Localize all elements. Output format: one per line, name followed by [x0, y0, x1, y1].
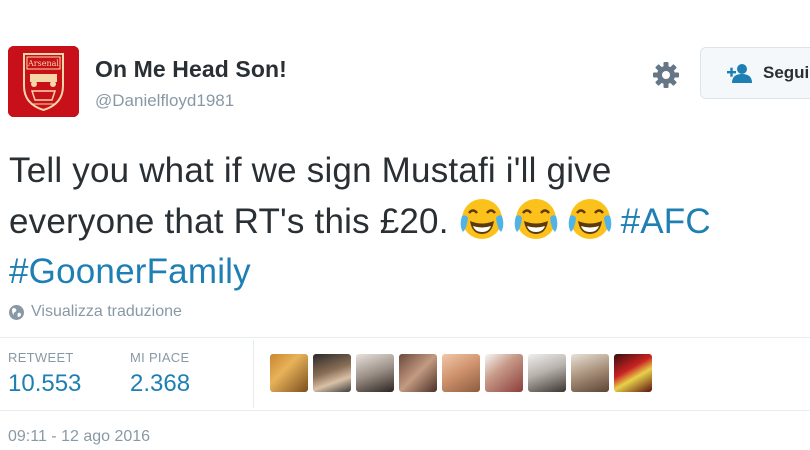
add-user-icon [727, 64, 752, 83]
gear-icon[interactable] [651, 60, 681, 90]
retweet-stat[interactable]: RETWEET 10.553 [8, 350, 81, 398]
user-handle[interactable]: @Danielfloyd1981 [95, 91, 234, 111]
user-display-name[interactable]: On Me Head Son! [95, 56, 287, 83]
tweet-text: Tell you what if we sign Mustafi i'll gi… [9, 146, 809, 297]
liker-avatars [270, 354, 657, 392]
face-with-tears-of-joy-icon [460, 199, 503, 239]
likes-label: MI PIACE [130, 350, 190, 365]
follow-button[interactable]: Segui [700, 47, 810, 99]
tweet-line-3: #GoonerFamily [9, 247, 809, 297]
tweet-line-2: everyone that RT's this £20. #AFC [9, 196, 809, 247]
globe-icon [9, 304, 24, 320]
face-with-tears-of-joy-icon [514, 199, 557, 239]
liker-avatar[interactable] [528, 354, 566, 392]
liker-avatar[interactable] [313, 354, 351, 392]
liker-avatar[interactable] [399, 354, 437, 392]
face-with-tears-of-joy-icon [568, 199, 611, 239]
likes-stat[interactable]: MI PIACE 2.368 [130, 350, 190, 398]
hashtag-goonerfamily[interactable]: #GoonerFamily [9, 252, 251, 291]
likes-count: 2.368 [130, 370, 191, 397]
stats-divider-bottom [0, 410, 810, 411]
liker-avatar[interactable] [485, 354, 523, 392]
stats-vertical-divider [253, 340, 254, 408]
tweet-timestamp[interactable]: 09:11 - 12 ago 2016 [8, 428, 150, 446]
arsenal-crest-icon: Arsenal [8, 46, 79, 117]
retweet-count: 10.553 [8, 370, 82, 397]
avatar[interactable]: Arsenal [8, 46, 79, 117]
liker-avatar[interactable] [442, 354, 480, 392]
translate-label: Visualizza traduzione [31, 303, 182, 320]
svg-text:Arsenal: Arsenal [27, 59, 59, 68]
liker-avatar[interactable] [614, 354, 652, 392]
follow-button-label: Segui [763, 63, 810, 82]
stats-divider-top [0, 337, 810, 338]
liker-avatar[interactable] [571, 354, 609, 392]
hashtag-afc[interactable]: #AFC [621, 202, 711, 241]
retweet-label: RETWEET [8, 350, 74, 365]
liker-avatar[interactable] [270, 354, 308, 392]
liker-avatar[interactable] [356, 354, 394, 392]
tweet-line-1: Tell you what if we sign Mustafi i'll gi… [9, 151, 612, 190]
translate-link[interactable]: Visualizza traduzione [8, 303, 182, 321]
tweet-line-2-text: everyone that RT's this £20. [9, 202, 449, 241]
